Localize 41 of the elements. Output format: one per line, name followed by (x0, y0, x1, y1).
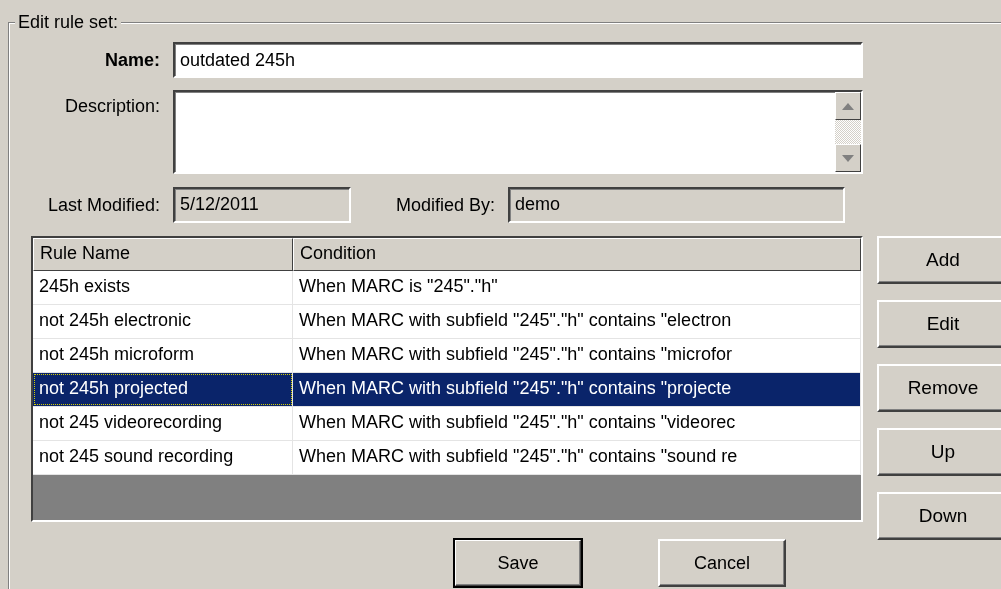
scroll-up-button[interactable] (835, 92, 861, 120)
table-row[interactable]: not 245 videorecording When MARC with subfield "245"."h" contains "videorec (33, 407, 861, 441)
table-row[interactable]: not 245 sound recording When MARC with subfield "245"."h" contains "sound re (33, 441, 861, 475)
modified-by-label: Modified By: (396, 194, 497, 216)
action-button[interactable]: Down (877, 492, 1001, 540)
table-cell: 245h exists (33, 271, 293, 304)
last-modified-label: Last Modified: (46, 194, 161, 216)
table-cell: not 245 sound recording (33, 441, 293, 474)
description-label: Description: (63, 95, 161, 117)
table-cell: not 245h projected (33, 373, 293, 406)
column-header[interactable]: Condition (293, 238, 861, 271)
table-cell: not 245h electronic (33, 305, 293, 338)
table-row[interactable]: 245h exists When MARC is "245"."h" (33, 271, 861, 305)
table-row[interactable]: not 245h electronic When MARC with subfield "245"."h" contains "electron (33, 305, 861, 339)
table-cell: When MARC with subfield "245"."h" contains "microfor (293, 339, 861, 372)
action-button[interactable]: Up (877, 428, 1001, 476)
modified-by-field: demo (508, 187, 846, 223)
scroll-down-button[interactable] (835, 144, 861, 172)
table-row[interactable]: not 245h projected When MARC with subfield "245"."h" contains "projecte (33, 373, 861, 407)
table-cell: When MARC with subfield "245"."h" contains "projecte (293, 373, 861, 406)
description-field[interactable] (173, 90, 863, 174)
table-cell: When MARC with subfield "245"."h" contains "electron (293, 305, 861, 338)
save-button[interactable]: Save (454, 539, 582, 587)
column-header[interactable]: Rule Name (33, 238, 293, 271)
cancel-button[interactable]: Cancel (658, 539, 786, 587)
name-label: Name: (103, 49, 161, 71)
action-button[interactable]: Add (877, 236, 1001, 284)
name-field[interactable]: outdated 245h (173, 42, 863, 78)
down-arrow-icon (842, 154, 854, 162)
table-cell: not 245h microform (33, 339, 293, 372)
scroll-track[interactable] (835, 120, 861, 144)
last-modified-field: 5/12/2011 (173, 187, 351, 223)
up-arrow-icon (842, 102, 854, 110)
table-cell: When MARC is "245"."h" (293, 271, 861, 304)
rules-table[interactable] (31, 236, 863, 522)
action-button[interactable]: Remove (877, 364, 1001, 412)
table-row[interactable]: not 245h microform When MARC with subfield "245"."h" contains "microfor (33, 339, 861, 373)
action-button[interactable]: Edit (877, 300, 1001, 348)
table-cell: not 245 videorecording (33, 407, 293, 440)
table-cell: When MARC with subfield "245"."h" contains "sound re (293, 441, 861, 474)
table-cell: When MARC with subfield "245"."h" contains "videorec (293, 407, 861, 440)
